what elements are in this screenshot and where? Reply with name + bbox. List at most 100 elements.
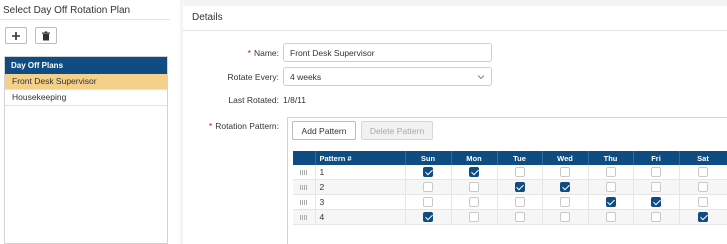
pattern-number: 4 [315, 209, 406, 225]
day-checkbox-sat[interactable] [698, 197, 708, 208]
day-checkbox-mon[interactable] [469, 167, 479, 178]
day-checkbox-fri[interactable] [651, 212, 661, 223]
plans-list: Day Off Plans Front Desk Supervisor Hous… [4, 56, 168, 244]
divider [0, 19, 170, 20]
day-checkbox-sun[interactable] [423, 197, 433, 208]
grip-icon [299, 185, 308, 191]
column-header-pattern[interactable]: Pattern # [315, 151, 406, 165]
day-cell-tue [497, 194, 543, 210]
day-checkbox-thu[interactable] [605, 212, 616, 223]
name-label: * Name: [247, 48, 279, 58]
table-row[interactable]: 2 [293, 179, 727, 195]
day-checkbox-fri[interactable] [651, 182, 661, 193]
day-checkbox-sat[interactable] [698, 212, 708, 223]
day-cell-wed [542, 194, 589, 210]
day-cell-tue [497, 179, 543, 195]
day-checkbox-thu[interactable] [605, 167, 616, 178]
day-cell-wed [542, 209, 589, 225]
day-cell-sat [679, 179, 727, 195]
column-header-tue[interactable]: Tue [497, 151, 543, 165]
plan-selector-panel: Select Day Off Rotation Plan Day Off Pla… [0, 0, 170, 244]
day-cell-thu [588, 179, 634, 195]
last-rotated-value: 1/8/11 [283, 95, 307, 105]
day-checkbox-tue[interactable] [514, 212, 525, 223]
column-header-mon[interactable]: Mon [451, 151, 498, 165]
column-header-sat[interactable]: Sat [679, 151, 727, 165]
divider [183, 30, 727, 31]
add-pattern-button[interactable]: Add Pattern [292, 121, 356, 140]
table-row[interactable]: 3 [293, 194, 727, 210]
day-cell-thu [588, 209, 634, 225]
day-checkbox-sun[interactable] [423, 212, 433, 223]
day-checkbox-fri[interactable] [651, 197, 661, 208]
required-marker: * [208, 121, 213, 131]
day-checkbox-wed[interactable] [560, 197, 570, 208]
day-checkbox-wed[interactable] [560, 167, 570, 178]
day-cell-fri [633, 209, 680, 225]
day-cell-wed [542, 165, 589, 180]
rotate-every-value: 4 weeks [290, 71, 322, 82]
column-header-thu[interactable]: Thu [588, 151, 634, 165]
details-title: Details [192, 12, 223, 23]
add-plan-button[interactable] [5, 27, 27, 44]
delete-plan-button[interactable] [35, 27, 57, 44]
plans-list-header: Day Off Plans [5, 57, 167, 74]
rotate-every-select[interactable]: 4 weeks [283, 67, 492, 86]
pattern-number: 2 [315, 179, 406, 195]
day-cell-sun [405, 179, 452, 195]
day-checkbox-mon[interactable] [469, 182, 479, 193]
rotation-pattern-label: * Rotation Pattern: [208, 121, 279, 131]
drag-handle[interactable] [293, 165, 316, 180]
day-checkbox-tue[interactable] [514, 197, 525, 208]
day-checkbox-thu[interactable] [605, 182, 616, 193]
day-checkbox-fri[interactable] [651, 167, 661, 178]
day-checkbox-sat[interactable] [698, 182, 708, 193]
day-cell-sun [405, 194, 452, 210]
table-row[interactable]: 1 [293, 165, 727, 180]
day-cell-sat [679, 194, 727, 210]
grip-icon [299, 215, 308, 221]
required-marker: * [247, 48, 251, 58]
drag-handle[interactable] [293, 194, 316, 210]
day-checkbox-wed[interactable] [560, 182, 570, 193]
day-cell-sat [679, 165, 727, 180]
plan-item-housekeeping[interactable]: Housekeeping [5, 90, 167, 106]
column-header-wed[interactable]: Wed [542, 151, 589, 165]
day-cell-mon [451, 194, 498, 210]
day-cell-tue [497, 165, 543, 180]
rotate-every-label: Rotate Every: [227, 72, 280, 82]
grip-icon [299, 200, 308, 206]
day-checkbox-sun[interactable] [423, 182, 433, 193]
day-checkbox-sat[interactable] [698, 167, 708, 178]
details-area: Details * Name: Front Desk Supervisor Rot… [180, 0, 727, 244]
day-cell-wed [542, 179, 589, 195]
day-checkbox-sun[interactable] [423, 167, 433, 178]
table-row[interactable]: 4 [293, 209, 727, 225]
day-checkbox-thu[interactable] [605, 197, 616, 208]
drag-handle[interactable] [293, 209, 316, 225]
day-checkbox-tue[interactable] [514, 167, 525, 178]
day-cell-thu [588, 194, 634, 210]
last-rotated-label: Last Rotated: [228, 95, 279, 105]
column-header-sun[interactable]: Sun [405, 151, 452, 165]
day-cell-thu [588, 165, 634, 180]
pattern-number: 3 [315, 194, 406, 210]
column-header-fri[interactable]: Fri [633, 151, 680, 165]
trash-icon [42, 30, 50, 40]
chevron-down-icon [477, 75, 485, 80]
day-cell-mon [451, 165, 498, 180]
day-cell-sun [405, 209, 452, 225]
pattern-grid: Pattern # Sun Mon Tue Wed Thu Fri Sat 12… [293, 151, 727, 225]
delete-pattern-button[interactable]: Delete Pattern [361, 121, 433, 140]
day-cell-sun [405, 165, 452, 180]
pattern-number: 1 [315, 165, 406, 180]
day-checkbox-wed[interactable] [560, 212, 570, 223]
day-checkbox-mon[interactable] [469, 197, 479, 208]
day-checkbox-tue[interactable] [514, 182, 525, 193]
plan-item-front-desk-supervisor[interactable]: Front Desk Supervisor [5, 74, 167, 90]
drag-handle[interactable] [293, 179, 316, 195]
plus-icon [12, 31, 20, 40]
day-checkbox-mon[interactable] [469, 212, 479, 223]
name-field[interactable]: Front Desk Supervisor [283, 43, 492, 62]
day-cell-fri [633, 179, 680, 195]
